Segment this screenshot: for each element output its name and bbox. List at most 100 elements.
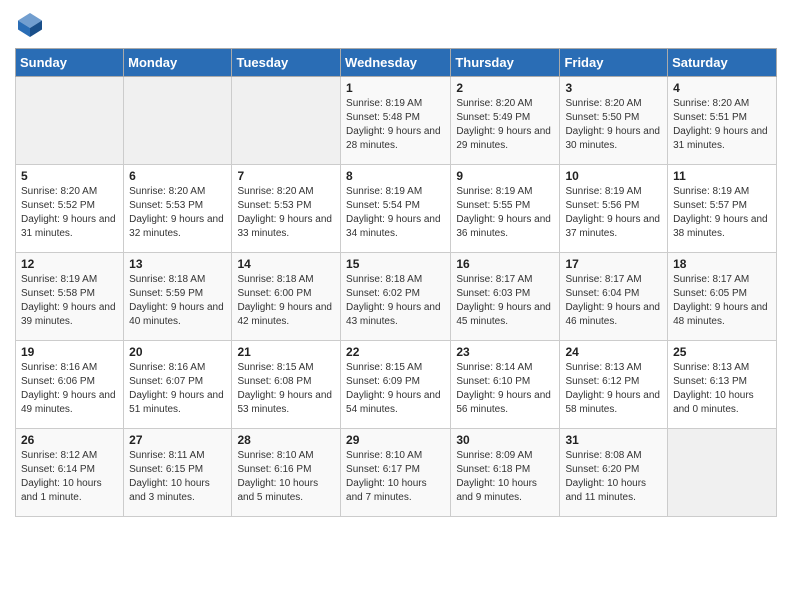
day-info: Sunrise: 8:12 AM Sunset: 6:14 PM Dayligh… [21,449,118,505]
day-number: 5 [21,169,118,183]
calendar-cell: 5 Sunrise: 8:20 AM Sunset: 5:52 PM Daylig… [16,165,124,253]
calendar-week-row: 5 Sunrise: 8:20 AM Sunset: 5:52 PM Daylig… [16,165,777,253]
day-info: Sunrise: 8:18 AM Sunset: 6:00 PM Dayligh… [237,273,335,329]
calendar-cell: 13 Sunrise: 8:18 AM Sunset: 5:59 PM Dayli… [124,253,232,341]
day-number: 15 [346,257,445,271]
day-info: Sunrise: 8:20 AM Sunset: 5:51 PM Dayligh… [673,97,771,153]
weekday-header: Saturday [668,49,777,77]
day-info: Sunrise: 8:20 AM Sunset: 5:52 PM Dayligh… [21,185,118,241]
day-info: Sunrise: 8:20 AM Sunset: 5:53 PM Dayligh… [129,185,226,241]
day-number: 23 [456,345,554,359]
calendar-cell: 25Sunrise: 8:13 AM Sunset: 6:13 PM Dayli… [668,341,777,429]
calendar-cell: 20 Sunrise: 8:16 AM Sunset: 6:07 PM Dayli… [124,341,232,429]
calendar-cell [16,77,124,165]
day-info: Sunrise: 8:08 AM Sunset: 6:20 PM Dayligh… [565,449,662,505]
weekday-header: Friday [560,49,668,77]
day-info: Sunrise: 8:18 AM Sunset: 6:02 PM Dayligh… [346,273,445,329]
weekday-header: Monday [124,49,232,77]
day-info: Sunrise: 8:09 AM Sunset: 6:18 PM Dayligh… [456,449,554,505]
day-info: Sunrise: 8:17 AM Sunset: 6:03 PM Dayligh… [456,273,554,329]
day-info: Sunrise: 8:20 AM Sunset: 5:50 PM Dayligh… [565,97,662,153]
header [15,10,777,40]
calendar-cell: 10 Sunrise: 8:19 AM Sunset: 5:56 PM Dayli… [560,165,668,253]
calendar-cell: 16Sunrise: 8:17 AM Sunset: 6:03 PM Dayli… [451,253,560,341]
calendar-cell: 22 Sunrise: 8:15 AM Sunset: 6:09 PM Dayli… [341,341,451,429]
day-info: Sunrise: 8:19 AM Sunset: 5:48 PM Dayligh… [346,97,445,153]
day-info: Sunrise: 8:20 AM Sunset: 5:49 PM Dayligh… [456,97,554,153]
day-number: 13 [129,257,226,271]
logo [15,10,49,40]
day-info: Sunrise: 8:15 AM Sunset: 6:09 PM Dayligh… [346,361,445,417]
day-number: 17 [565,257,662,271]
calendar-cell: 11 Sunrise: 8:19 AM Sunset: 5:57 PM Dayli… [668,165,777,253]
day-number: 3 [565,81,662,95]
day-info: Sunrise: 8:19 AM Sunset: 5:54 PM Dayligh… [346,185,445,241]
calendar-cell: 15 Sunrise: 8:18 AM Sunset: 6:02 PM Dayli… [341,253,451,341]
day-number: 9 [456,169,554,183]
calendar-cell [668,429,777,517]
weekday-header: Wednesday [341,49,451,77]
calendar-cell: 7 Sunrise: 8:20 AM Sunset: 5:53 PM Daylig… [232,165,341,253]
day-number: 26 [21,433,118,447]
calendar-container: SundayMondayTuesdayWednesdayThursdayFrid… [0,0,792,527]
day-info: Sunrise: 8:14 AM Sunset: 6:10 PM Dayligh… [456,361,554,417]
day-info: Sunrise: 8:17 AM Sunset: 6:04 PM Dayligh… [565,273,662,329]
day-info: Sunrise: 8:19 AM Sunset: 5:57 PM Dayligh… [673,185,771,241]
day-info: Sunrise: 8:10 AM Sunset: 6:17 PM Dayligh… [346,449,445,505]
day-number: 19 [21,345,118,359]
day-number: 7 [237,169,335,183]
day-info: Sunrise: 8:18 AM Sunset: 5:59 PM Dayligh… [129,273,226,329]
day-info: Sunrise: 8:13 AM Sunset: 6:12 PM Dayligh… [565,361,662,417]
day-number: 10 [565,169,662,183]
calendar-cell: 4 Sunrise: 8:20 AM Sunset: 5:51 PM Daylig… [668,77,777,165]
day-info: Sunrise: 8:17 AM Sunset: 6:05 PM Dayligh… [673,273,771,329]
day-number: 24 [565,345,662,359]
calendar-cell: 9 Sunrise: 8:19 AM Sunset: 5:55 PM Daylig… [451,165,560,253]
calendar-cell: 3 Sunrise: 8:20 AM Sunset: 5:50 PM Daylig… [560,77,668,165]
day-number: 14 [237,257,335,271]
calendar-cell: 23 Sunrise: 8:14 AM Sunset: 6:10 PM Dayli… [451,341,560,429]
day-number: 2 [456,81,554,95]
weekday-header: Thursday [451,49,560,77]
day-number: 27 [129,433,226,447]
day-number: 29 [346,433,445,447]
day-number: 4 [673,81,771,95]
day-number: 6 [129,169,226,183]
calendar-cell: 8 Sunrise: 8:19 AM Sunset: 5:54 PM Daylig… [341,165,451,253]
calendar-week-row: 19 Sunrise: 8:16 AM Sunset: 6:06 PM Dayli… [16,341,777,429]
calendar-cell: 1 Sunrise: 8:19 AM Sunset: 5:48 PM Daylig… [341,77,451,165]
day-info: Sunrise: 8:19 AM Sunset: 5:55 PM Dayligh… [456,185,554,241]
day-info: Sunrise: 8:11 AM Sunset: 6:15 PM Dayligh… [129,449,226,505]
calendar-cell: 29 Sunrise: 8:10 AM Sunset: 6:17 PM Dayli… [341,429,451,517]
day-number: 11 [673,169,771,183]
calendar-cell [232,77,341,165]
day-number: 12 [21,257,118,271]
day-number: 31 [565,433,662,447]
day-info: Sunrise: 8:19 AM Sunset: 5:56 PM Dayligh… [565,185,662,241]
calendar-week-row: 1 Sunrise: 8:19 AM Sunset: 5:48 PM Daylig… [16,77,777,165]
day-number: 22 [346,345,445,359]
day-info: Sunrise: 8:16 AM Sunset: 6:07 PM Dayligh… [129,361,226,417]
day-info: Sunrise: 8:19 AM Sunset: 5:58 PM Dayligh… [21,273,118,329]
calendar-cell: 18 Sunrise: 8:17 AM Sunset: 6:05 PM Dayli… [668,253,777,341]
calendar-cell: 19 Sunrise: 8:16 AM Sunset: 6:06 PM Dayli… [16,341,124,429]
calendar-cell: 14 Sunrise: 8:18 AM Sunset: 6:00 PM Dayli… [232,253,341,341]
day-info: Sunrise: 8:15 AM Sunset: 6:08 PM Dayligh… [237,361,335,417]
day-info: Sunrise: 8:20 AM Sunset: 5:53 PM Dayligh… [237,185,335,241]
day-number: 18 [673,257,771,271]
day-number: 28 [237,433,335,447]
calendar-cell: 26 Sunrise: 8:12 AM Sunset: 6:14 PM Dayli… [16,429,124,517]
day-number: 20 [129,345,226,359]
day-number: 8 [346,169,445,183]
calendar-cell: 17 Sunrise: 8:17 AM Sunset: 6:04 PM Dayli… [560,253,668,341]
weekday-header: Tuesday [232,49,341,77]
calendar-week-row: 26 Sunrise: 8:12 AM Sunset: 6:14 PM Dayli… [16,429,777,517]
calendar-cell: 31 Sunrise: 8:08 AM Sunset: 6:20 PM Dayli… [560,429,668,517]
weekday-header: Sunday [16,49,124,77]
day-number: 1 [346,81,445,95]
weekday-header-row: SundayMondayTuesdayWednesdayThursdayFrid… [16,49,777,77]
day-info: Sunrise: 8:16 AM Sunset: 6:06 PM Dayligh… [21,361,118,417]
calendar-week-row: 12 Sunrise: 8:19 AM Sunset: 5:58 PM Dayli… [16,253,777,341]
calendar-cell: 27 Sunrise: 8:11 AM Sunset: 6:15 PM Dayli… [124,429,232,517]
calendar-cell: 24 Sunrise: 8:13 AM Sunset: 6:12 PM Dayli… [560,341,668,429]
